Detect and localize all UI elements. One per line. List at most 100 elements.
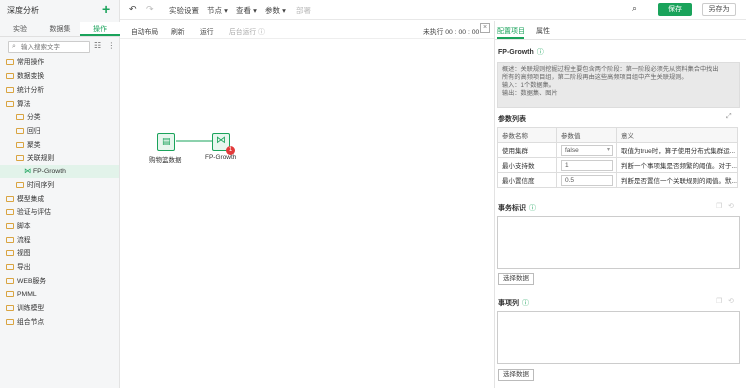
transaction-id-field[interactable] bbox=[497, 216, 740, 269]
undo-icon[interactable]: ↶ bbox=[129, 4, 137, 15]
tree-item[interactable]: PMML bbox=[6, 288, 37, 301]
menu-params[interactable]: 参数 ▾ bbox=[265, 5, 286, 16]
algorithm-description: 概述：关联规则挖掘过程主要包含两个阶段：第一阶段必须先从资料集合中找出 所有的高… bbox=[497, 62, 740, 108]
tree-item[interactable]: 统计分析 bbox=[6, 84, 44, 97]
tree-item[interactable]: 组合节点 bbox=[6, 316, 44, 329]
folder-icon bbox=[6, 196, 14, 202]
folder-icon bbox=[6, 87, 14, 93]
param-name: 使用集群 bbox=[497, 142, 557, 158]
algorithm-icon: ⋈ bbox=[24, 168, 31, 175]
tree-item[interactable]: WEB服务 bbox=[6, 275, 46, 288]
tab-properties[interactable]: 属性 bbox=[536, 26, 550, 36]
chevron-down-icon: ▾ bbox=[224, 6, 228, 15]
folder-icon bbox=[6, 319, 14, 325]
more-icon[interactable]: ⋮ bbox=[107, 41, 115, 50]
copy-icon[interactable]: ❐ bbox=[716, 202, 722, 210]
tree-item[interactable]: 算法 bbox=[6, 98, 31, 111]
tree-item[interactable]: 脚本 bbox=[6, 220, 31, 233]
chevron-down-icon: ▾ bbox=[253, 6, 257, 15]
info-icon: ⓘ bbox=[522, 300, 529, 307]
folder-icon bbox=[6, 223, 14, 229]
clear-icon[interactable]: ⟲ bbox=[728, 202, 734, 210]
folder-icon bbox=[6, 278, 14, 284]
table-row: 最小支持数 1 判断一个事项集是否频繁的阈值。对于... bbox=[497, 157, 738, 173]
tree-item[interactable]: 模型集成 bbox=[6, 193, 44, 206]
param-value-input[interactable]: 0.5 bbox=[561, 174, 613, 186]
folder-icon bbox=[16, 142, 24, 148]
tree-item[interactable]: 回归 bbox=[16, 125, 41, 138]
app-title: 深度分析 bbox=[7, 6, 39, 15]
search-icon: ⌕ bbox=[12, 43, 16, 50]
tree-item[interactable]: 时间序列 bbox=[16, 179, 54, 192]
chevron-down-icon: ▾ bbox=[606, 146, 610, 153]
list-view-icon[interactable]: ☷ bbox=[94, 41, 101, 50]
tab-config-items[interactable]: 配置项目 bbox=[497, 26, 525, 36]
folder-icon bbox=[6, 237, 14, 243]
search-icon[interactable]: ⌕ bbox=[632, 3, 637, 14]
run-status: 未执行 00 : 00 : 00 bbox=[423, 29, 480, 36]
menu-deploy[interactable]: 部署 bbox=[296, 5, 311, 16]
save-as-button[interactable]: 另存为 bbox=[702, 3, 736, 16]
table-header-row: 参数名称 参数值 意义 bbox=[497, 127, 738, 143]
tree-item-fp-growth[interactable]: ⋈ FP-Growth bbox=[0, 165, 119, 178]
add-button[interactable]: + bbox=[102, 1, 110, 17]
folder-icon bbox=[6, 305, 14, 311]
item-column-field[interactable] bbox=[497, 311, 740, 364]
folder-icon bbox=[16, 114, 24, 120]
algorithm-icon: ⋈ bbox=[216, 135, 226, 146]
copy-icon[interactable]: ❐ bbox=[716, 297, 722, 305]
clear-icon[interactable]: ⟲ bbox=[728, 297, 734, 305]
divider bbox=[494, 39, 746, 40]
params-table: 参数名称 参数值 意义 使用集群 false ▾ 取值为true时，算子使用分布式… bbox=[497, 127, 738, 188]
item-column-title: 事项列 ⓘ bbox=[498, 300, 529, 307]
tab-operations[interactable]: 操作 bbox=[80, 22, 120, 36]
tree-item[interactable]: 关联规则 bbox=[16, 152, 54, 165]
tree-item[interactable]: 视图 bbox=[6, 247, 31, 260]
param-value-input[interactable]: 1 bbox=[561, 159, 613, 171]
select-data-button[interactable]: 选择数据 bbox=[498, 273, 534, 285]
refresh-button[interactable]: 刷新 bbox=[171, 26, 185, 36]
info-icon: ⓘ bbox=[258, 29, 265, 36]
tree-item[interactable]: 验证与评估 bbox=[6, 206, 51, 219]
auto-layout-button[interactable]: 自动布局 bbox=[131, 26, 158, 36]
dataset-icon: ▤ bbox=[162, 136, 171, 146]
select-data-button[interactable]: 选择数据 bbox=[498, 369, 534, 381]
tree-item[interactable]: 聚类 bbox=[16, 139, 41, 152]
algorithm-title: FP-Growth ⓘ bbox=[498, 49, 544, 56]
canvas-edges bbox=[176, 140, 212, 142]
menu-experiment-settings[interactable]: 实验设置 bbox=[169, 5, 199, 16]
tree-item[interactable]: 分类 bbox=[16, 111, 41, 124]
folder-icon bbox=[6, 59, 14, 65]
folder-icon bbox=[16, 128, 24, 134]
column-header: 参数名称 bbox=[497, 127, 557, 143]
column-header: 意义 bbox=[616, 127, 738, 143]
run-button[interactable]: 运行 bbox=[200, 26, 214, 36]
tree-tools: ☷ ⋮ bbox=[94, 41, 115, 50]
expand-icon[interactable]: ⤢ bbox=[726, 113, 732, 121]
background-run-button[interactable]: 后台运行 ⓘ bbox=[229, 26, 265, 36]
info-icon: ⓘ bbox=[536, 49, 544, 56]
save-button[interactable]: 保存 bbox=[658, 3, 692, 16]
param-meaning: 判断一个事项集是否频繁的阈值。对于... bbox=[616, 157, 738, 173]
info-icon: ⓘ bbox=[529, 205, 536, 212]
redo-icon[interactable]: ↷ bbox=[146, 4, 154, 15]
table-row: 使用集群 false ▾ 取值为true时，算子使用分布式集群运... bbox=[497, 142, 738, 158]
node-label: 购物篮数据 bbox=[149, 157, 182, 164]
tree-item[interactable]: 训练模型 bbox=[6, 302, 44, 315]
tree-item[interactable]: 流程 bbox=[6, 234, 31, 247]
tab-dataset[interactable]: 数据集 bbox=[40, 22, 80, 36]
param-value-select[interactable]: false ▾ bbox=[561, 144, 613, 156]
folder-icon bbox=[6, 73, 14, 79]
tab-experiment[interactable]: 实验 bbox=[0, 22, 40, 36]
folder-icon bbox=[6, 250, 14, 256]
tree-item[interactable]: 数据变换 bbox=[6, 70, 44, 83]
menu-view[interactable]: 查看 ▾ bbox=[236, 5, 257, 16]
search-input[interactable] bbox=[21, 43, 87, 52]
tree-item[interactable]: 常用操作 bbox=[6, 56, 44, 69]
param-name: 最小置信度 bbox=[497, 172, 557, 188]
menu-node[interactable]: 节点 ▾ bbox=[207, 5, 228, 16]
close-icon[interactable]: × bbox=[480, 23, 490, 33]
param-value-cell: 0.5 bbox=[556, 172, 617, 188]
node-basket-data[interactable]: ▤ bbox=[157, 133, 175, 151]
tree-item[interactable]: 导出 bbox=[6, 261, 31, 274]
